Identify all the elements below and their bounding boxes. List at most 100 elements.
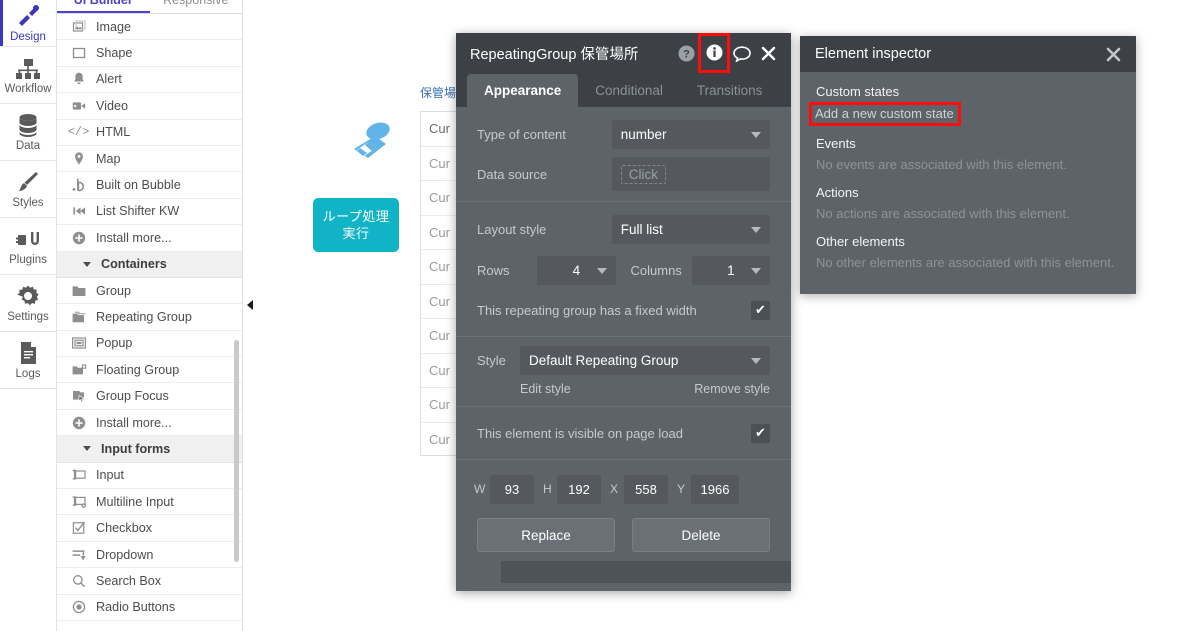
nav-label: Logs	[15, 368, 41, 380]
tab-conditional[interactable]: Conditional	[578, 74, 680, 107]
actions-empty-text: No actions are associated with this elem…	[816, 206, 1070, 221]
chevron-down-icon	[596, 267, 607, 274]
palette-item-shape[interactable]: Shape	[57, 40, 242, 67]
delete-button[interactable]: Delete	[632, 518, 770, 552]
y-input[interactable]: 1966	[691, 474, 739, 504]
palette-item-label: List Shifter KW	[96, 204, 180, 219]
paintbrush-icon	[16, 168, 40, 194]
data-source-placeholder: Click	[620, 164, 666, 184]
comment-icon[interactable]	[731, 43, 753, 65]
custom-states-heading: Custom states	[816, 84, 900, 99]
palette-group-containers[interactable]: Containers	[57, 251, 242, 278]
palette-group-input-forms[interactable]: Input forms	[57, 436, 242, 463]
width-input[interactable]: 93	[490, 474, 534, 504]
palette-item-popup[interactable]: Popup	[57, 330, 242, 358]
group-focus-icon	[70, 388, 87, 404]
palette-item-install-more[interactable]: Install more...	[57, 225, 242, 252]
layout-style-dropdown[interactable]: Full list	[611, 214, 770, 244]
palette-item-floating-group[interactable]: Floating Group	[57, 357, 242, 384]
property-editor-tabs: Appearance Conditional Transitions	[456, 74, 791, 107]
nav-label: Settings	[7, 311, 49, 323]
info-icon[interactable]	[698, 33, 730, 73]
add-custom-state-link[interactable]: Add a new custom state	[809, 102, 961, 126]
palette-item-group[interactable]: Group	[57, 277, 242, 305]
tab-ui-builder[interactable]: UI Builder	[57, 0, 150, 13]
svg-text:?: ?	[683, 49, 690, 61]
palette-item-install-more[interactable]: Install more...	[57, 409, 242, 437]
palette-item-search-box[interactable]: Search Box	[57, 568, 242, 595]
palette-item-label: Input	[96, 468, 125, 483]
palette-item-group-focus[interactable]: Group Focus	[57, 383, 242, 410]
fixed-width-checkbox[interactable]: ✔	[751, 300, 770, 320]
nav-item-workflow[interactable]: Workflow	[0, 47, 56, 104]
tab-responsive[interactable]: Responsive	[150, 0, 243, 13]
nav-item-plugins[interactable]: Plugins	[0, 218, 56, 275]
input-field-icon	[70, 467, 87, 483]
repeating-group-cell: Cur	[429, 259, 450, 275]
palette-item-label: HTML	[96, 125, 131, 140]
repeating-group-cell: Cur	[429, 432, 450, 448]
database-icon	[17, 111, 39, 137]
data-source-input[interactable]: Click	[611, 157, 770, 191]
palette-item-map[interactable]: Map	[57, 145, 242, 173]
tab-transitions[interactable]: Transitions	[680, 74, 780, 107]
row-layout-style: Layout style Full list	[456, 208, 791, 250]
replace-button[interactable]: Replace	[477, 518, 615, 552]
help-icon[interactable]: ?	[675, 43, 697, 65]
loop-execute-button[interactable]: ループ処理 実行	[313, 198, 399, 252]
palette-scrollbar-thumb[interactable]	[234, 340, 239, 562]
palette-item-alert[interactable]: Alert	[57, 66, 242, 94]
palette-item-repeating-group[interactable]: Repeating Group	[57, 304, 242, 331]
close-icon[interactable]	[1102, 43, 1124, 65]
row-style: Style Default Repeating Group	[456, 343, 791, 378]
row-rows-columns: Rows 4 Columns 1	[456, 250, 791, 290]
tab-appearance[interactable]: Appearance	[467, 74, 579, 107]
row-visible-on-load: This element is visible on page load ✔	[456, 413, 791, 453]
palette-item-list-shifter-kw[interactable]: List Shifter KW	[57, 198, 242, 226]
divider	[456, 406, 791, 407]
palette-item-radio-buttons[interactable]: Radio Buttons	[57, 594, 242, 621]
palette-item-video[interactable]: Video	[57, 93, 242, 120]
bubble-b-icon	[70, 177, 87, 193]
element-inspector-panel[interactable]: Element inspector Custom states Add a ne…	[800, 36, 1136, 294]
height-input[interactable]: 192	[557, 474, 601, 504]
skip-back-icon	[70, 203, 87, 219]
height-label: H	[543, 482, 552, 496]
edit-style-link[interactable]: Edit style	[520, 382, 694, 396]
collapse-panel-button[interactable]	[243, 297, 257, 313]
close-icon[interactable]	[757, 43, 779, 65]
palette-item-built-on-bubble[interactable]: Built on Bubble	[57, 172, 242, 199]
palette-item-image[interactable]: Image	[57, 14, 242, 41]
palette-item-label: Video	[96, 98, 128, 113]
remove-style-link[interactable]: Remove style	[694, 382, 770, 396]
palette-item-multiline-input[interactable]: Multiline Input	[57, 489, 242, 516]
columns-label: Columns	[630, 262, 682, 278]
nav-item-data[interactable]: Data	[0, 104, 56, 161]
chevron-down-icon	[750, 267, 761, 274]
palette-item-checkbox[interactable]: Checkbox	[57, 515, 242, 542]
nav-item-styles[interactable]: Styles	[0, 161, 56, 218]
row-type-of-content: Type of content number	[456, 115, 791, 153]
type-of-content-dropdown[interactable]: number	[611, 119, 770, 149]
left-nav-rail: Design Workflow Data Styles Plugins Sett…	[0, 0, 57, 631]
rows-dropdown[interactable]: 4	[537, 255, 616, 285]
palette-item-html[interactable]: </> HTML	[57, 119, 242, 146]
rows-value: 4	[572, 262, 581, 278]
other-elements-empty-text: No other elements are associated with th…	[816, 255, 1115, 270]
repeating-group-cell: Cur	[429, 328, 450, 344]
actions-heading: Actions	[816, 185, 859, 200]
nav-item-design[interactable]: Design	[0, 0, 56, 47]
palette-item-dropdown[interactable]: Dropdown	[57, 541, 242, 569]
columns-dropdown[interactable]: 1	[691, 255, 770, 285]
x-input[interactable]: 558	[624, 474, 668, 504]
visible-on-load-checkbox[interactable]: ✔	[751, 423, 770, 443]
palette-item-input[interactable]: Input	[57, 462, 242, 490]
nav-label: Styles	[12, 197, 44, 209]
square-icon	[70, 45, 87, 61]
nav-item-logs[interactable]: Logs	[0, 332, 56, 389]
style-dropdown[interactable]: Default Repeating Group	[520, 346, 770, 375]
property-editor-dialog[interactable]: RepeatingGroup 保管場所 ? Appearance Conditi…	[456, 33, 791, 591]
nav-item-settings[interactable]: Settings	[0, 275, 56, 332]
divider	[456, 201, 791, 202]
visible-on-load-label: This element is visible on page load	[477, 425, 683, 441]
